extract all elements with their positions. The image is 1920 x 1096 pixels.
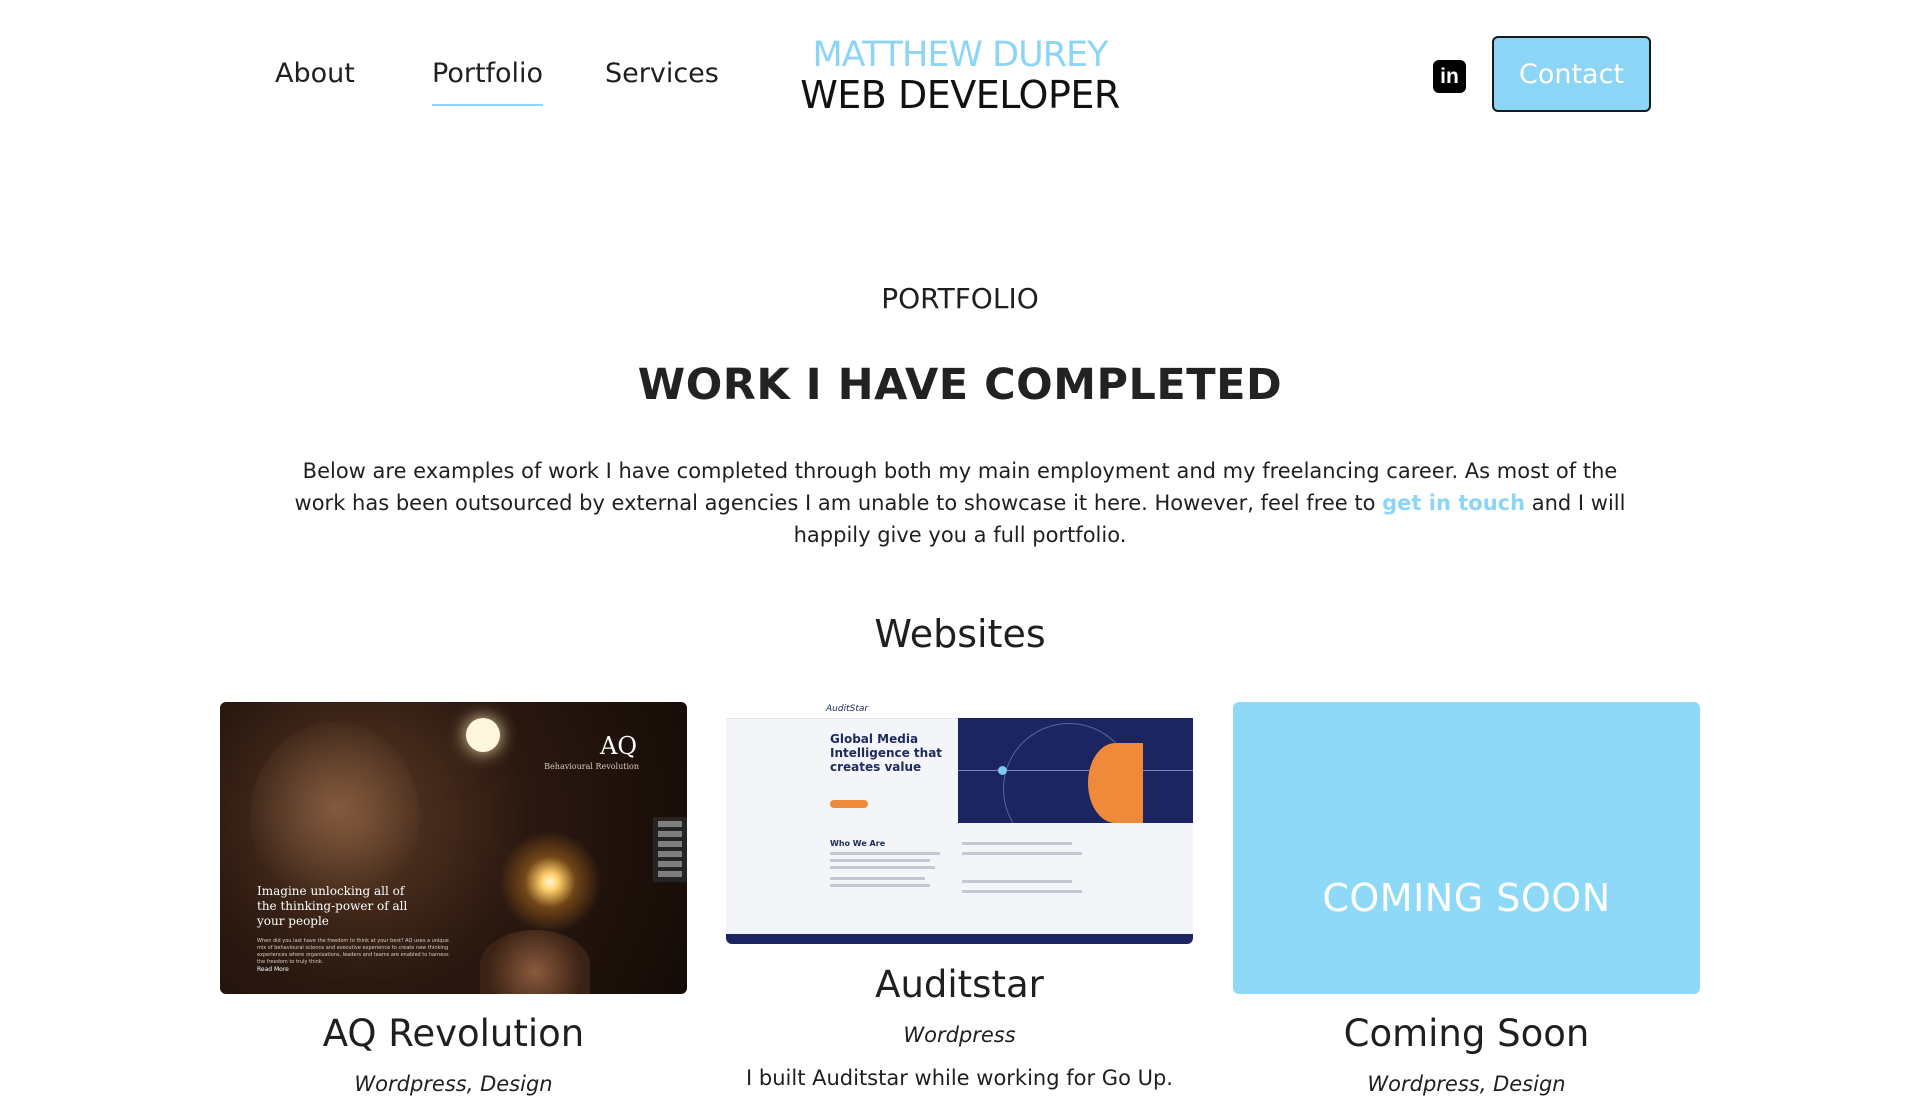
card-title-auditstar[interactable]: Auditstar: [726, 963, 1193, 1006]
intro-paragraph: Below are examples of work I have comple…: [290, 455, 1630, 551]
card-category-coming-soon: Wordpress, Design: [1367, 1072, 1566, 1096]
auditstar-brand: AuditStar: [826, 704, 869, 714]
card-category-aq: Wordpress, Design: [354, 1072, 553, 1096]
aq-logo-subtitle: Behavioural Revolution: [544, 762, 639, 771]
nav-about[interactable]: About: [275, 56, 355, 92]
aq-side-menu: [653, 817, 687, 882]
nav-services[interactable]: Services: [605, 56, 719, 92]
contact-button[interactable]: Contact: [1492, 36, 1651, 112]
hand-image: [480, 930, 590, 994]
aq-read-more: Read More: [257, 966, 289, 973]
sparkler-image: [490, 822, 610, 942]
page-headline: WORK I HAVE COMPLETED: [637, 360, 1283, 410]
auditstar-footer: [726, 934, 1193, 944]
linkedin-icon[interactable]: in: [1433, 60, 1466, 93]
auditstar-heading: Global Media Intelligence that creates v…: [830, 732, 943, 774]
coming-soon-label: COMING SOON: [1322, 876, 1611, 920]
site-logo[interactable]: MATTHEW DUREY WEB DEVELOPER: [800, 36, 1120, 116]
aq-logo: AQ: [599, 732, 637, 760]
auditstar-cta: [830, 800, 868, 808]
logo-name: MATTHEW DUREY: [812, 35, 1108, 75]
card-description-auditstar: I built Auditstar while working for Go U…: [746, 1066, 1173, 1090]
aq-revolution-thumbnail[interactable]: AQ Behavioural Revolution Imagine unlock…: [220, 702, 687, 994]
coming-soon-thumbnail: COMING SOON: [1233, 702, 1700, 994]
auditstar-thumbnail[interactable]: AuditStar Global Media Intelligence that…: [726, 702, 1193, 944]
card-title-coming-soon: Coming Soon: [1343, 1012, 1590, 1055]
auditstar-hero-graphic: [958, 718, 1193, 823]
nav-portfolio[interactable]: Portfolio: [432, 56, 544, 106]
moon-light-image: [466, 718, 500, 752]
websites-heading: Websites: [874, 612, 1046, 656]
auditstar-navbar: [726, 702, 1193, 719]
logo-title: WEB DEVELOPER: [800, 73, 1120, 117]
card-category-auditstar: Wordpress: [903, 1023, 1016, 1047]
card-title-aq[interactable]: AQ Revolution: [220, 1012, 687, 1055]
aq-body-text: When did you last have the freedom to th…: [257, 938, 449, 965]
linkedin-glyph: in: [1440, 64, 1459, 88]
auditstar-who-we-are: Who We Are: [830, 839, 886, 848]
get-in-touch-link[interactable]: get in touch: [1382, 491, 1525, 515]
aq-heading: Imagine unlocking all of the thinking-po…: [257, 884, 408, 928]
section-kicker: PORTFOLIO: [881, 282, 1039, 315]
